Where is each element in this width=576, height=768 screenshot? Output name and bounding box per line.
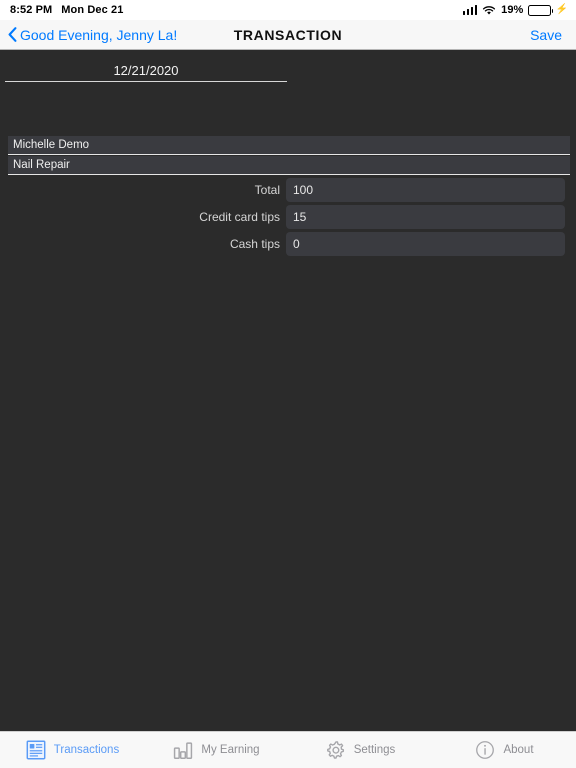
tab-settings[interactable]: Settings: [288, 732, 432, 768]
credit-card-tips-label: Credit card tips: [199, 210, 280, 224]
tab-about-label: About: [503, 744, 534, 756]
status-bar-right: 19% ⚡: [462, 4, 568, 16]
cash-tips-input[interactable]: [286, 232, 565, 256]
back-button[interactable]: Good Evening, Jenny La!: [8, 27, 177, 43]
info-circle-icon: [476, 741, 495, 759]
total-row: Total: [0, 178, 576, 202]
cash-tips-label: Cash tips: [229, 237, 280, 251]
battery-percent-label: 19%: [501, 4, 524, 16]
status-bar: 8:52 PM Mon Dec 21 19% ⚡: [0, 0, 576, 20]
tab-transactions-label: Transactions: [53, 744, 120, 756]
cash-tips-row: Cash tips: [0, 232, 576, 256]
client-field[interactable]: Michelle Demo: [8, 136, 570, 155]
cellular-signal-icon: [462, 5, 478, 15]
credit-card-tips-input[interactable]: [286, 205, 565, 229]
document-list-icon: [26, 740, 46, 760]
service-field[interactable]: Nail Repair: [8, 156, 570, 175]
tab-my-earning-label: My Earning: [201, 744, 260, 756]
status-time: 8:52 PM: [10, 4, 53, 16]
tab-transactions[interactable]: Transactions: [0, 732, 144, 768]
tab-about[interactable]: About: [432, 732, 576, 768]
tab-my-earning[interactable]: My Earning: [144, 732, 288, 768]
credit-card-tips-row: Credit card tips: [0, 205, 576, 229]
status-bar-left: 8:52 PM Mon Dec 21: [10, 4, 123, 16]
total-label: Total: [254, 183, 280, 197]
save-button[interactable]: Save: [530, 27, 562, 43]
total-input[interactable]: [286, 178, 565, 202]
navigation-bar: Good Evening, Jenny La! TRANSACTION Save: [0, 20, 576, 50]
transaction-form: 12/21/2020 Michelle Demo Nail Repair Tot…: [0, 50, 576, 731]
battery-icon: [528, 4, 554, 16]
charging-bolt-icon: ⚡: [555, 4, 568, 15]
app-root: 8:52 PM Mon Dec 21 19% ⚡ Good Evening, J…: [0, 0, 576, 768]
wifi-icon: [483, 5, 496, 15]
gear-icon: [326, 741, 344, 759]
back-button-label: Good Evening, Jenny La!: [20, 26, 178, 43]
date-field[interactable]: 12/21/2020: [5, 60, 287, 82]
tab-bar: Transactions My Earning Settings About: [0, 731, 576, 768]
status-date: Mon Dec 21: [61, 4, 124, 16]
tab-settings-label: Settings: [353, 744, 396, 756]
chevron-left-icon: [8, 27, 17, 42]
bar-chart-icon: [174, 742, 193, 759]
